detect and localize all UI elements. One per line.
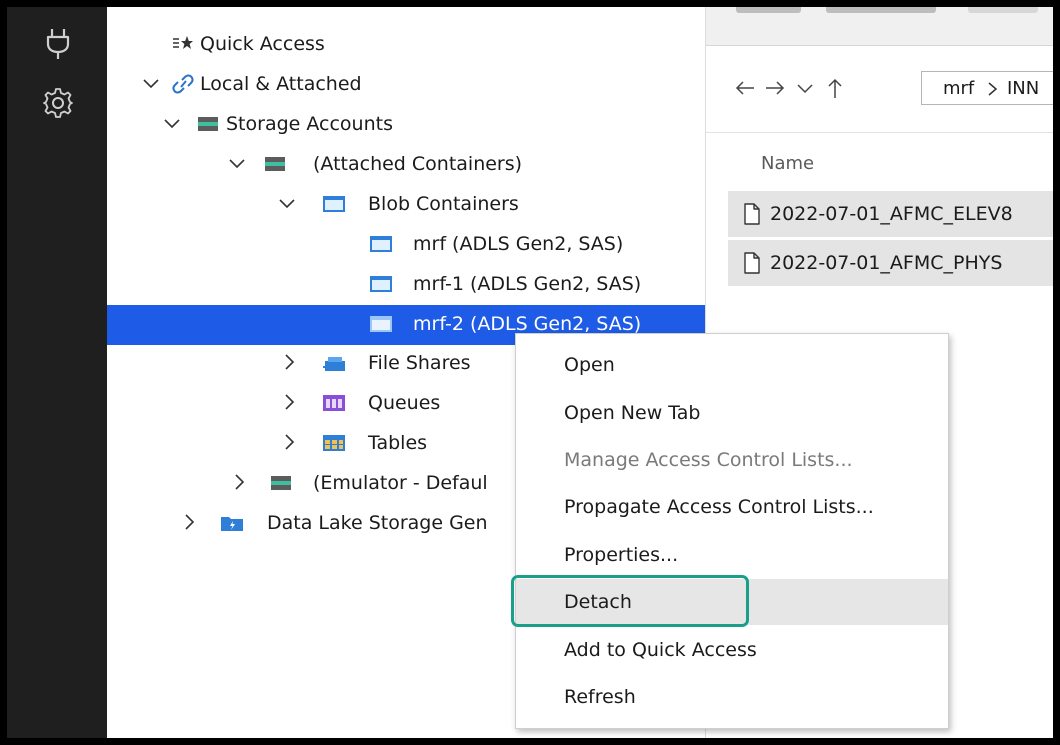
blob-container-icon: [322, 194, 345, 214]
chevron-down-icon[interactable]: [277, 193, 297, 213]
menu-item-detach[interactable]: Detach: [516, 579, 948, 625]
back-arrow-icon[interactable]: [734, 77, 756, 99]
breadcrumb-separator-icon: [988, 82, 998, 96]
tree-item-mrf[interactable]: mrf (ADLS Gen2, SAS): [107, 225, 705, 265]
tree-item-label: Queues: [368, 392, 441, 414]
chevron-right-icon[interactable]: [229, 472, 249, 492]
chevron-right-icon[interactable]: [279, 432, 299, 452]
context-menu: Open Open New Tab Manage Access Control …: [515, 333, 949, 729]
data-lake-icon: [220, 513, 243, 533]
chevron-down-icon[interactable]: [227, 153, 247, 173]
menu-item-label: Refresh: [564, 686, 636, 708]
tree-item-attached-containers[interactable]: (Attached Containers): [107, 145, 705, 185]
chevron-down-icon[interactable]: [794, 77, 816, 99]
menu-item-open[interactable]: Open: [516, 342, 948, 388]
tree-item-blob-containers[interactable]: Blob Containers: [107, 185, 705, 225]
quick-access-icon: [172, 34, 194, 54]
activity-bar: [7, 7, 107, 738]
file-name: 2022-07-01_AFMC_ELEV8: [770, 203, 1013, 225]
menu-item-properties[interactable]: Properties...: [516, 532, 948, 578]
storage-account-icon: [270, 473, 292, 493]
tree-item-label: mrf-1 (ADLS Gen2, SAS): [413, 273, 642, 295]
divider: [706, 132, 1053, 133]
tree-item-label: Data Lake Storage Gen: [267, 512, 488, 534]
menu-item-propagate-acl[interactable]: Propagate Access Control Lists...: [516, 484, 948, 530]
file-icon: [744, 203, 760, 225]
chevron-down-icon[interactable]: [162, 113, 182, 133]
tree-item-label: Tables: [368, 432, 428, 454]
plug-icon[interactable]: [41, 27, 75, 61]
file-row[interactable]: 2022-07-01_AFMC_PHYS: [728, 240, 1053, 286]
tab-stub[interactable]: [736, 7, 801, 13]
chevron-down-icon[interactable]: [141, 73, 161, 93]
queue-icon: [322, 393, 345, 413]
chevron-right-icon[interactable]: [279, 352, 299, 372]
menu-item-label: Properties...: [564, 544, 679, 566]
menu-item-label: Manage Access Control Lists...: [564, 449, 853, 471]
tree-item-local-attached[interactable]: Local & Attached: [107, 65, 705, 105]
gear-icon[interactable]: [41, 86, 75, 120]
menu-item-label: Open: [564, 354, 615, 376]
tree-item-label: File Shares: [368, 352, 471, 374]
menu-item-label: Add to Quick Access: [564, 639, 757, 661]
breadcrumb-root[interactable]: mrf: [943, 78, 974, 99]
tree-item-label: (Emulator - Defaul: [313, 472, 488, 494]
forward-arrow-icon[interactable]: [764, 77, 786, 99]
tree-item-label: Blob Containers: [368, 193, 519, 215]
address-bar[interactable]: mrf INN: [921, 71, 1053, 105]
table-icon: [322, 433, 345, 453]
menu-item-open-new-tab[interactable]: Open New Tab: [516, 390, 948, 436]
tree-item-label: Quick Access: [200, 33, 325, 55]
tree-item-mrf-1[interactable]: mrf-1 (ADLS Gen2, SAS): [107, 265, 705, 305]
tree-item-label: mrf (ADLS Gen2, SAS): [413, 233, 624, 255]
menu-item-label: Open New Tab: [564, 402, 701, 424]
chevron-right-icon[interactable]: [179, 512, 199, 532]
tab-stub[interactable]: [826, 7, 936, 13]
chevron-right-icon[interactable]: [279, 392, 299, 412]
menu-item-label: Propagate Access Control Lists...: [564, 496, 874, 518]
tree-item-quick-access[interactable]: Quick Access: [107, 25, 705, 65]
tab-stub[interactable]: [968, 7, 1038, 13]
file-row[interactable]: 2022-07-01_AFMC_ELEV8: [728, 191, 1053, 237]
tree-item-label: (Attached Containers): [313, 153, 523, 175]
tree-item-label: mrf-2 (ADLS Gen2, SAS): [413, 313, 642, 335]
link-icon: [172, 74, 194, 94]
app-window: Quick Access Local & Attached Storage Ac…: [7, 7, 1053, 738]
file-share-icon: [322, 353, 345, 373]
storage-account-icon: [264, 154, 286, 174]
blob-container-icon: [369, 274, 392, 294]
menu-item-manage-acl: Manage Access Control Lists...: [516, 437, 948, 483]
tree-item-label: Storage Accounts: [226, 113, 393, 135]
file-icon: [744, 252, 760, 274]
up-arrow-icon[interactable]: [824, 77, 846, 99]
column-header-name[interactable]: Name: [761, 153, 814, 174]
tab-strip: [706, 7, 1053, 46]
blob-container-icon: [369, 234, 392, 254]
storage-account-icon: [197, 114, 219, 134]
menu-item-refresh[interactable]: Refresh: [516, 674, 948, 720]
tree-item-label: Local & Attached: [200, 73, 362, 95]
menu-item-add-to-quick-access[interactable]: Add to Quick Access: [516, 627, 948, 673]
breadcrumb-next[interactable]: INN: [1007, 78, 1039, 99]
blob-container-icon: [369, 314, 392, 334]
tree-item-storage-accounts[interactable]: Storage Accounts: [107, 105, 705, 145]
navigation-bar: mrf INN: [706, 67, 1053, 111]
menu-item-label: Detach: [564, 591, 632, 613]
file-name: 2022-07-01_AFMC_PHYS: [770, 252, 1003, 274]
